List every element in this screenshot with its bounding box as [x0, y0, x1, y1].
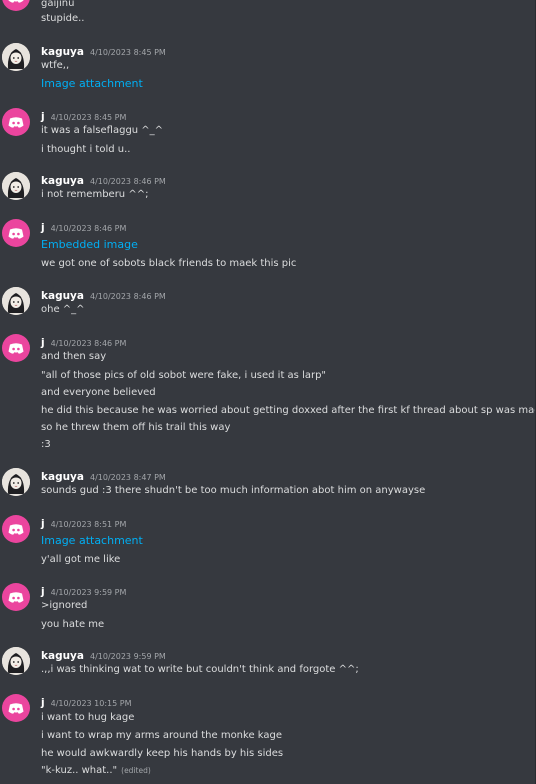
message-header: kaguya 4/10/2023 8:46 PM — [41, 172, 166, 187]
message-header: j 4/10/2023 8:51 PM — [41, 515, 127, 530]
discord-logo-icon — [8, 0, 24, 3]
embedded-image-link[interactable]: Embedded image — [41, 238, 138, 252]
avatar[interactable] — [2, 219, 30, 247]
timestamp: 4/10/2023 8:51 PM — [50, 520, 127, 529]
kaguya-avatar-icon — [2, 287, 30, 315]
kaguya-avatar-icon — [2, 468, 30, 496]
message-line: he did this because he was worried about… — [41, 405, 536, 416]
avatar[interactable] — [2, 0, 30, 11]
avatar[interactable] — [2, 583, 30, 611]
message-header: j 4/10/2023 9:59 PM — [41, 583, 127, 598]
avatar[interactable] — [2, 108, 30, 136]
message-line: stupide.. — [41, 13, 85, 24]
message-line: .,,i was thinking wat to write but could… — [41, 664, 359, 675]
avatar[interactable] — [2, 287, 30, 315]
message-line: sounds gud :3 there shudn't be too much … — [41, 485, 426, 496]
avatar[interactable] — [2, 515, 30, 543]
discord-logo-icon — [8, 117, 24, 128]
image-attachment-link[interactable]: Image attachment — [41, 77, 143, 91]
kaguya-avatar-icon — [2, 647, 30, 675]
kaguya-avatar-icon — [2, 172, 30, 200]
edited-label: (edited) — [121, 766, 151, 775]
author-name[interactable]: kaguya — [41, 46, 84, 58]
message-line: we got one of sobots black friends to ma… — [41, 258, 297, 269]
message-header: kaguya 4/10/2023 8:46 PM — [41, 287, 166, 302]
author-name[interactable]: j — [41, 337, 45, 349]
message-line: i not rememberu ^^; — [41, 189, 149, 200]
message-header: j 4/10/2023 10:15 PM — [41, 694, 132, 709]
message-line: i want to wrap my arms around the monke … — [41, 730, 283, 741]
message-line: it was a falseflaggu ^_^ — [41, 125, 164, 136]
author-name[interactable]: j — [41, 586, 45, 598]
author-name[interactable]: kaguya — [41, 650, 84, 662]
message-line: "k-kuz.. what.." (edited) — [41, 764, 151, 778]
message-line: y'all got me like — [41, 554, 121, 565]
author-name[interactable]: kaguya — [41, 175, 84, 187]
avatar[interactable] — [2, 43, 30, 71]
message-line: >ignored — [41, 600, 88, 611]
discord-logo-icon — [8, 592, 24, 603]
timestamp: 4/10/2023 8:45 PM — [90, 48, 166, 57]
message-line: wtfe,, — [41, 60, 70, 71]
avatar[interactable] — [2, 334, 30, 362]
message-line: you hate me — [41, 619, 105, 630]
avatar[interactable] — [2, 172, 30, 200]
kaguya-avatar-icon — [2, 43, 30, 71]
message-line: and then say — [41, 351, 107, 362]
message-header: j 4/10/2023 8:46 PM — [41, 334, 127, 349]
message-line: ohe ^_^ — [41, 304, 85, 315]
author-name[interactable]: j — [41, 518, 45, 530]
message-header: kaguya 4/10/2023 9:59 PM — [41, 647, 166, 662]
message-line: gaijinu — [41, 0, 75, 9]
message-line: "all of those pics of old sobot were fak… — [41, 370, 327, 381]
author-name[interactable]: j — [41, 222, 45, 234]
timestamp: 4/10/2023 8:46 PM — [90, 177, 166, 186]
message-header: j 4/10/2023 8:45 PM — [41, 108, 127, 123]
message-line: i thought i told u.. — [41, 144, 131, 155]
timestamp: 4/10/2023 8:45 PM — [50, 113, 127, 122]
message-line: he would awkwardly keep his hands by his… — [41, 748, 284, 759]
timestamp: 4/10/2023 10:15 PM — [50, 699, 132, 708]
message-text: "k-kuz.. what.." — [41, 765, 118, 776]
avatar[interactable] — [2, 468, 30, 496]
discord-logo-icon — [8, 343, 24, 354]
message-header: j 4/10/2023 8:46 PM — [41, 219, 127, 234]
message-line: :3 — [41, 439, 51, 450]
author-name[interactable]: kaguya — [41, 471, 84, 483]
author-name[interactable]: kaguya — [41, 290, 84, 302]
message-line: and everyone believed — [41, 387, 156, 398]
message-line: i want to hug kage — [41, 712, 135, 723]
message-list[interactable]: gaijinu stupide.. kaguya 4/10/2023 8:45 P… — [0, 0, 536, 784]
timestamp: 4/10/2023 8:46 PM — [50, 339, 127, 348]
author-name[interactable]: j — [41, 111, 45, 123]
discord-logo-icon — [8, 524, 24, 535]
timestamp: 4/10/2023 8:46 PM — [90, 292, 166, 301]
author-name[interactable]: j — [41, 697, 45, 709]
timestamp: 4/10/2023 9:59 PM — [50, 588, 127, 597]
message-header: kaguya 4/10/2023 8:45 PM — [41, 43, 166, 58]
timestamp: 4/10/2023 9:59 PM — [90, 652, 166, 661]
timestamp: 4/10/2023 8:46 PM — [50, 224, 127, 233]
discord-logo-icon — [8, 703, 24, 714]
avatar[interactable] — [2, 694, 30, 722]
message-header: kaguya 4/10/2023 8:47 PM — [41, 468, 166, 483]
image-attachment-link[interactable]: Image attachment — [41, 534, 143, 548]
timestamp: 4/10/2023 8:47 PM — [90, 473, 166, 482]
avatar[interactable] — [2, 647, 30, 675]
message-line: so he threw them off his trail this way — [41, 422, 231, 433]
discord-logo-icon — [8, 228, 24, 239]
